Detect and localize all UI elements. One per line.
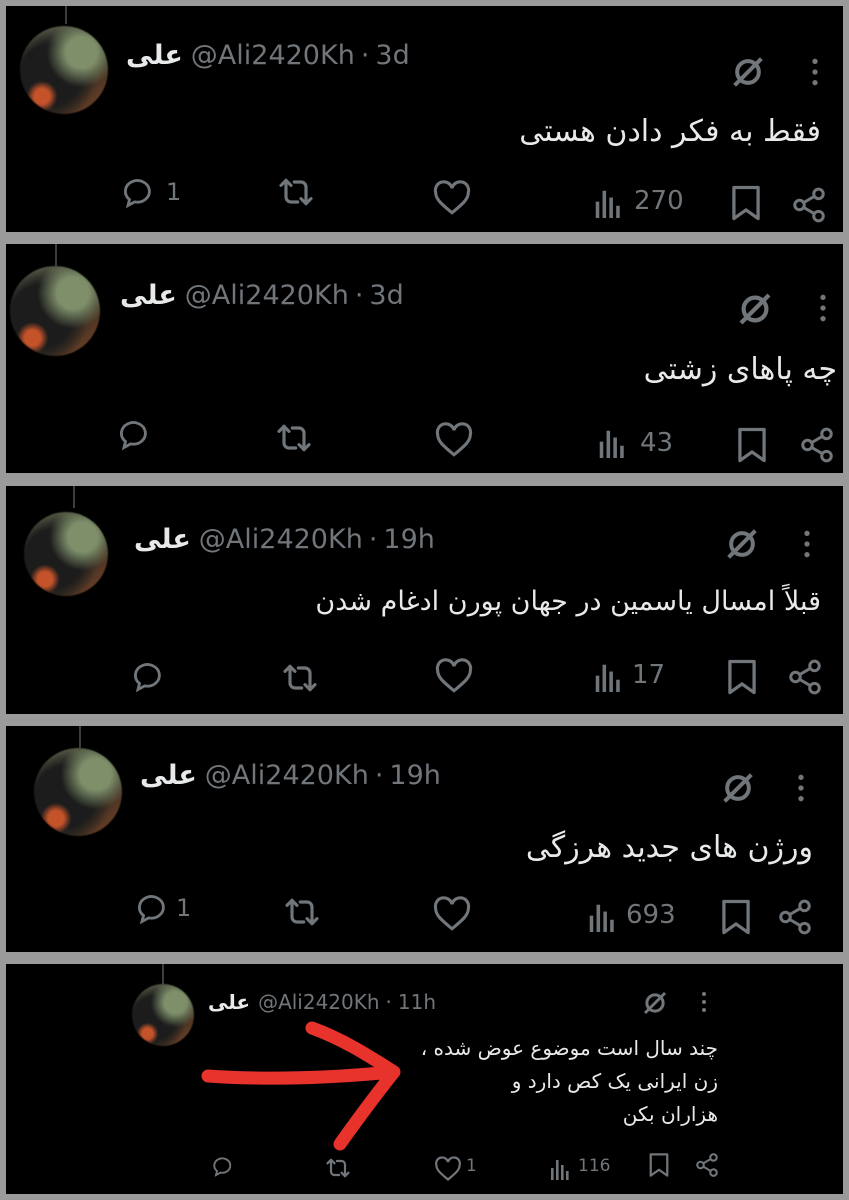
annotation-arrow <box>201 1021 401 1151</box>
